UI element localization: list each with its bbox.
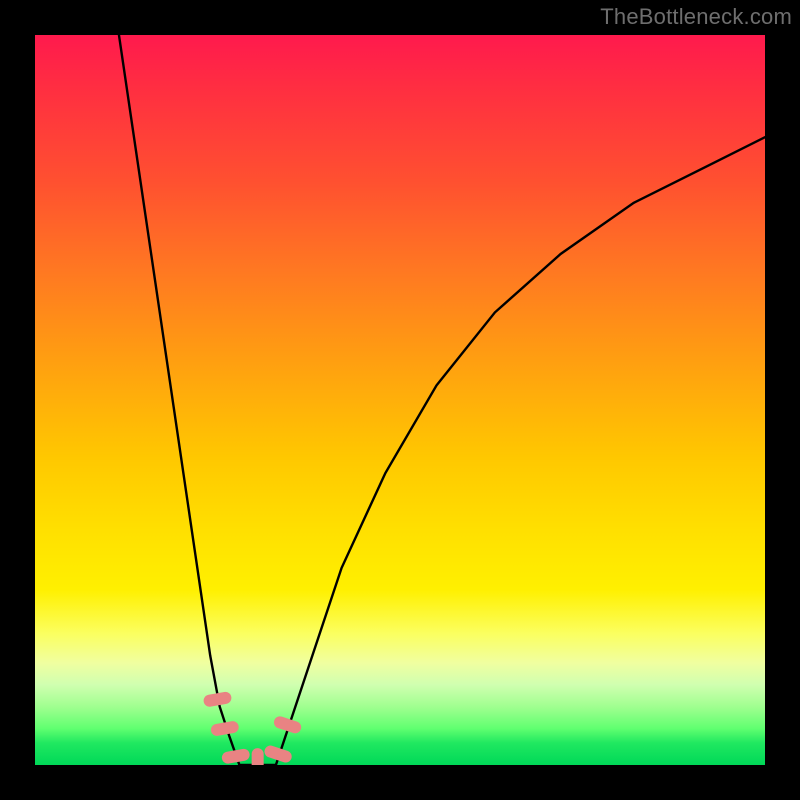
curve-right-branch [276,137,765,765]
curve-left-branch [119,35,239,765]
chart-frame: TheBottleneck.com [0,0,800,800]
chart-plot-area [35,35,765,765]
chart-marker [221,748,251,765]
chart-marker [210,720,240,737]
chart-svg [35,35,765,765]
chart-marker [252,748,264,765]
chart-markers [203,691,303,765]
chart-marker [203,691,233,708]
watermark-text: TheBottleneck.com [600,4,792,30]
